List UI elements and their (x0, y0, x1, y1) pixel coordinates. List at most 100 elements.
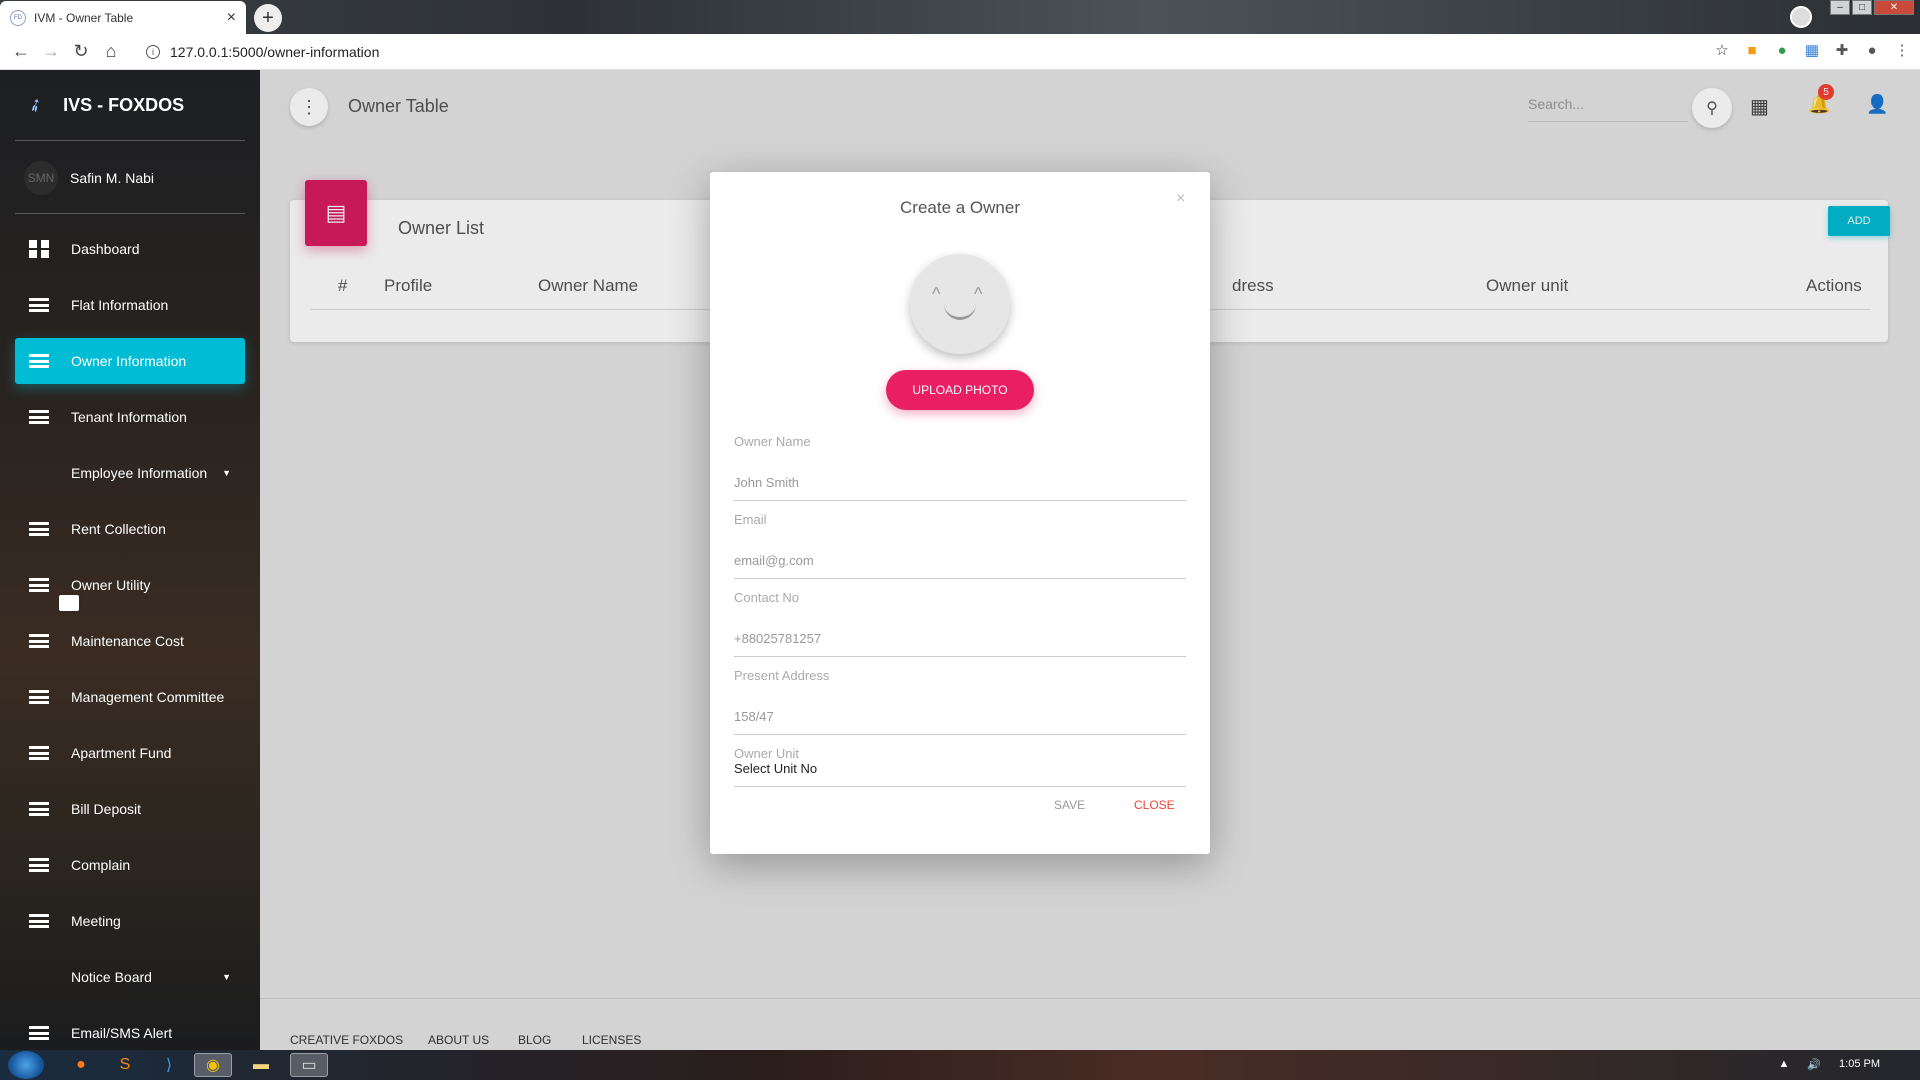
reload-icon[interactable]: ↻ (66, 41, 96, 62)
avatar-smile-icon (944, 304, 976, 320)
extensions-puzzle-icon[interactable]: ✚ (1832, 40, 1852, 60)
sidebar-divider (15, 140, 245, 141)
sidebar-item-flat-information[interactable]: Flat Information (15, 282, 245, 328)
start-button[interactable] (8, 1051, 44, 1079)
present-address-field[interactable]: Present Address 158/47 (734, 668, 1186, 735)
window-close-icon[interactable]: ✕ (1874, 0, 1914, 15)
list-icon (29, 690, 49, 704)
caret-down-icon: ▼ (222, 972, 231, 982)
sidebar-item-label: Employee Information (71, 465, 208, 481)
list-icon (29, 578, 49, 592)
system-tray: ▲ 🔊 1:05 PM (1778, 1058, 1880, 1071)
sidebar-item-label: Flat Information (71, 297, 169, 313)
sidebar-divider (15, 213, 245, 214)
extension-grid-icon[interactable]: ▦ (1802, 40, 1822, 60)
save-button[interactable]: SAVE (1054, 798, 1085, 812)
email-input[interactable]: email@g.com (734, 553, 1186, 579)
clock[interactable]: 1:05 PM (1839, 1058, 1880, 1071)
extension-lock-icon[interactable]: ■ (1742, 40, 1762, 60)
browser-tab[interactable]: FD IVM - Owner Table × (0, 1, 246, 34)
home-icon[interactable]: ⌂ (96, 41, 126, 62)
modal-close-icon[interactable]: × (1176, 190, 1185, 208)
sidebar-item-maintenance-cost[interactable]: Maintenance Cost (15, 618, 245, 664)
modal-title: Create a Owner (900, 198, 1020, 217)
account-icon[interactable]: ● (1862, 40, 1882, 60)
vscode-icon[interactable]: ⟩ (150, 1053, 188, 1077)
sidebar-item-label: Notice Board (71, 969, 152, 985)
browser-menu-icon[interactable]: ⋮ (1892, 40, 1912, 60)
sidebar-item-label: Email/SMS Alert (71, 1025, 173, 1041)
field-label: Present Address (734, 668, 830, 683)
contact-no-field[interactable]: Contact No +88025781257 (734, 590, 1186, 657)
toolbar-extensions: ☆ ■ ● ▦ ✚ ● ⋮ (1712, 40, 1912, 60)
close-button[interactable]: CLOSE (1134, 798, 1175, 812)
email-field[interactable]: Email email@g.com (734, 512, 1186, 579)
bookmark-star-icon[interactable]: ☆ (1712, 40, 1732, 60)
sidebar-item-employee-information[interactable]: Employee Information ▼ (15, 450, 245, 611)
owner-unit-select[interactable]: Owner Unit Select Unit No (734, 746, 1186, 787)
sidebar-item-owner-utility[interactable]: Owner Utility (15, 562, 245, 608)
terminal-icon[interactable]: ▭ (290, 1053, 328, 1077)
site-info-icon[interactable]: i (146, 45, 160, 59)
list-icon (29, 354, 49, 368)
list-icon (29, 410, 49, 424)
sidebar-item-email-sms-alert[interactable]: Email/SMS Alert (15, 1010, 245, 1050)
tab-close-icon[interactable]: × (227, 9, 236, 27)
sublime-icon[interactable]: S (106, 1053, 144, 1077)
owner-name-field[interactable]: Owner Name John Smith (734, 434, 1186, 501)
list-icon (29, 634, 49, 648)
back-icon[interactable]: ← (6, 41, 36, 62)
upload-photo-button[interactable]: UPLOAD PHOTO (886, 370, 1034, 410)
sidebar-item-complain[interactable]: Complain (15, 842, 245, 888)
owner-unit-value: Select Unit No (734, 761, 818, 776)
sidebar-item-label: Meeting (71, 913, 121, 929)
explorer-icon[interactable]: ▬ (242, 1053, 280, 1077)
field-label: Contact No (734, 590, 800, 605)
browser-profile-icon[interactable] (1790, 6, 1812, 28)
sidebar-item-label: Bill Deposit (71, 801, 142, 817)
volume-icon[interactable]: 🔊 (1807, 1058, 1821, 1071)
minimize-icon[interactable]: – (1830, 0, 1850, 15)
sidebar-user[interactable]: SMN Safin M. Nabi (0, 160, 260, 196)
sidebar-item-label: Rent Collection (71, 521, 166, 537)
list-icon (29, 858, 49, 872)
feather-logo-icon: ➶ (23, 92, 47, 118)
firefox-icon[interactable]: ● (62, 1053, 100, 1077)
list-icon (29, 1026, 49, 1040)
favicon-icon: FD (10, 9, 26, 26)
window-controls: – □ ✕ (1830, 0, 1914, 18)
browser-toolbar: ← → ↻ ⌂ i 127.0.0.1:5000/owner-informati… (0, 34, 1920, 70)
field-label: Owner Name (734, 434, 811, 449)
contact-no-input[interactable]: +88025781257 (734, 631, 1186, 657)
sidebar-item-management-committee[interactable]: Management Committee (15, 674, 245, 720)
address-bar[interactable]: i 127.0.0.1:5000/owner-information (146, 38, 1686, 66)
tray-arrow-icon[interactable]: ▲ (1778, 1058, 1789, 1071)
sidebar-item-dashboard[interactable]: Dashboard (15, 226, 245, 272)
sidebar-item-notice-board[interactable]: Notice Board ▼ (15, 954, 245, 1000)
new-tab-button[interactable]: + (254, 4, 282, 32)
brand-name: IVS - FOXDOS (63, 94, 185, 115)
sidebar: ➶ IVS - FOXDOS SMN Safin M. Nabi Dashboa… (0, 70, 260, 1050)
sidebar-item-label: Owner Utility (71, 577, 151, 593)
forward-icon[interactable]: → (36, 41, 66, 62)
chrome-icon[interactable]: ◉ (194, 1053, 232, 1077)
dashboard-icon (29, 240, 49, 258)
sidebar-item-apartment-fund[interactable]: Apartment Fund (15, 730, 245, 776)
list-icon (29, 914, 49, 928)
extension-shield-icon[interactable]: ● (1772, 40, 1792, 60)
create-owner-modal: Create a Owner × ^ ^ UPLOAD PHOTO Owner … (710, 172, 1210, 854)
sidebar-item-meeting[interactable]: Meeting (15, 898, 245, 944)
sidebar-item-label: Dashboard (71, 241, 140, 257)
sidebar-item-label: Owner Information (71, 353, 187, 369)
browser-tabstrip: FD IVM - Owner Table × + – □ ✕ (0, 0, 1920, 34)
sidebar-brand[interactable]: ➶ IVS - FOXDOS (0, 70, 260, 140)
present-address-input[interactable]: 158/47 (734, 709, 1186, 735)
owner-name-input[interactable]: John Smith (734, 475, 1186, 501)
sidebar-item-label: Tenant Information (71, 409, 187, 425)
sidebar-item-owner-information[interactable]: Owner Information (15, 338, 245, 384)
sidebar-item-tenant-information[interactable]: Tenant Information (15, 394, 245, 440)
tab-title: IVM - Owner Table (34, 10, 134, 25)
sidebar-item-bill-deposit[interactable]: Bill Deposit (15, 786, 245, 832)
maximize-icon[interactable]: □ (1852, 0, 1872, 15)
sidebar-item-rent-collection[interactable]: Rent Collection (15, 506, 245, 552)
